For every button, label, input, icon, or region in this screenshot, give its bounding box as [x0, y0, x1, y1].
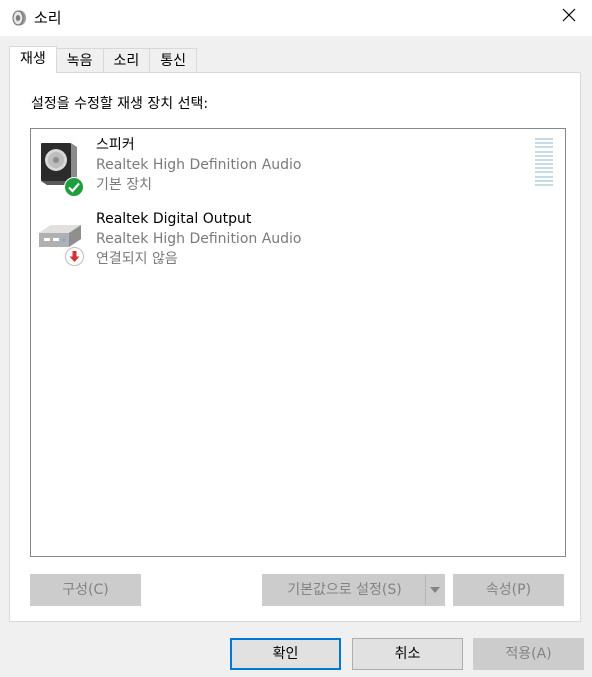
configure-button[interactable]: 구성(C)	[30, 574, 141, 606]
playback-panel: 설정을 수정할 재생 장치 선택: 스피커 Realtek High Defin…	[9, 72, 581, 622]
chevron-down-icon[interactable]	[425, 575, 444, 605]
properties-button[interactable]: 속성(P)	[453, 574, 564, 606]
close-icon	[562, 8, 576, 26]
tab-strip: 재생 녹음 소리 통신	[9, 46, 198, 73]
device-name: 스피커	[96, 137, 135, 153]
list-item-speaker[interactable]: 스피커 Realtek High Definition Audio 기본 장치	[31, 129, 565, 203]
list-item-digital-output[interactable]: Realtek Digital Output Realtek High Defi…	[31, 203, 565, 277]
device-name: Realtek Digital Output	[96, 211, 252, 227]
volume-level-meter	[535, 138, 553, 186]
sound-dialog: 소리 재생 녹음 소리 통신 설정을 수정할 재생 장치 선택: 스피커 Rea…	[0, 0, 592, 677]
speaker-icon	[10, 9, 28, 27]
device-text: Realtek Digital Output Realtek High Defi…	[96, 209, 302, 269]
device-driver: Realtek High Definition Audio	[96, 157, 302, 173]
tab-playback[interactable]: 재생	[9, 46, 57, 73]
device-driver: Realtek High Definition Audio	[96, 231, 302, 247]
down-arrow-icon	[65, 247, 84, 266]
window-title: 소리	[34, 9, 62, 27]
tab-sounds[interactable]: 소리	[102, 48, 151, 73]
title-bar[interactable]: 소리	[0, 0, 592, 36]
apply-button[interactable]: 적용(A)	[473, 638, 584, 670]
device-status: 연결되지 않음	[96, 251, 178, 267]
panel-caption: 설정을 수정할 재생 장치 선택:	[31, 96, 209, 112]
set-default-label: 기본값으로 설정(S)	[287, 582, 402, 598]
device-status: 기본 장치	[96, 177, 152, 193]
tab-recording[interactable]: 녹음	[55, 48, 104, 73]
cancel-button[interactable]: 취소	[352, 638, 463, 670]
device-text: 스피커 Realtek High Definition Audio 기본 장치	[96, 135, 302, 195]
device-list[interactable]: 스피커 Realtek High Definition Audio 기본 장치	[30, 128, 566, 557]
set-default-split-button[interactable]: 기본값으로 설정(S)	[262, 574, 445, 606]
check-icon	[64, 177, 84, 197]
tab-communications[interactable]: 통신	[149, 48, 198, 73]
ok-button[interactable]: 확인	[230, 638, 341, 670]
close-button[interactable]	[552, 0, 586, 34]
